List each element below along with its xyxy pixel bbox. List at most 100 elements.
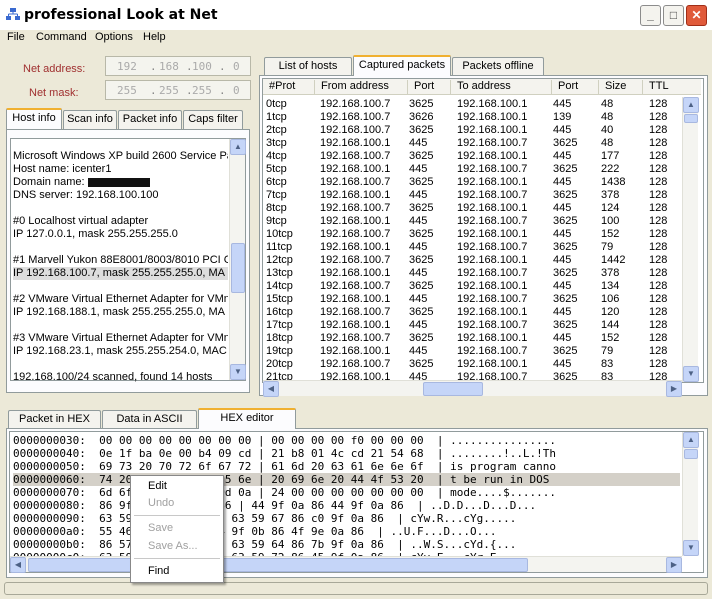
hex-line[interactable]: 0000000060: 74 20 62 65 20 72 75 6e | 20… xyxy=(13,473,680,486)
menu-item-edit[interactable]: Edit xyxy=(148,480,167,492)
tab-hex-editor[interactable]: HEX editor xyxy=(198,408,296,429)
table-row[interactable]: 10tcp 192.168.100.7 3625 192.168.100.1 445 15… xyxy=(266,228,680,241)
col-to-port[interactable]: Port xyxy=(552,80,599,95)
scroll-down-icon[interactable]: ▼ xyxy=(230,364,246,380)
tab-caps-filter[interactable]: Caps filter xyxy=(183,110,243,129)
net-mask-field[interactable]: 255 . 255 . 255 . 0 xyxy=(105,80,251,100)
table-row[interactable]: 1tcp 192.168.100.7 3626 192.168.100.1 139 48 1… xyxy=(266,111,680,124)
table-cell: 15tcp xyxy=(266,293,293,305)
table-cell: 3tcp xyxy=(266,137,287,149)
scroll-left-icon[interactable]: ◀ xyxy=(263,381,279,397)
host-info-line: 192.168.100/24 scanned, found 14 hosts xyxy=(13,371,213,383)
scroll-up-icon[interactable]: ▲ xyxy=(683,432,699,448)
menu-command[interactable]: Command xyxy=(36,31,87,43)
menu-options[interactable]: Options xyxy=(95,31,133,43)
table-row[interactable]: 2tcp 192.168.100.7 3625 192.168.100.1 445 40 1… xyxy=(266,124,680,137)
table-row[interactable]: 15tcp 192.168.100.1 445 192.168.100.7 3625 10… xyxy=(266,293,680,306)
col-from-port[interactable]: Port xyxy=(408,80,451,95)
scroll-right-icon[interactable]: ▶ xyxy=(666,557,682,573)
hex-line[interactable]: 0000000040: 0e 1f ba 0e 00 b4 09 cd | 21… xyxy=(13,447,680,460)
hex-line[interactable]: 00000000b0: 86 57 53 9f 0a 86 | 63 59 64… xyxy=(13,538,680,551)
packets-hscroll[interactable]: ◀ ▶ xyxy=(263,380,682,397)
hex-line[interactable]: 0000000050: 69 73 20 70 72 6f 67 72 | 61… xyxy=(13,460,680,473)
col-to-address[interactable]: To address xyxy=(451,80,552,95)
tab-list-of-hosts[interactable]: List of hosts xyxy=(264,57,352,76)
packets-vscroll[interactable]: ▲ ▼ xyxy=(682,97,699,382)
col-ttl[interactable]: TTL xyxy=(643,80,687,95)
col-prot[interactable]: #Prot xyxy=(263,80,315,95)
menu-file[interactable]: File xyxy=(7,31,25,43)
tab-packet-info[interactable]: Packet info xyxy=(118,110,182,129)
hex-line[interactable]: 0000000090: 63 59 57 9f 0a 86 | 63 59 67… xyxy=(13,512,680,525)
tab-scan-info[interactable]: Scan info xyxy=(63,110,117,129)
ip-octet: 255 xyxy=(159,84,179,97)
scroll-down-icon[interactable]: ▼ xyxy=(683,366,699,382)
table-cell: 192.168.100.7 xyxy=(457,189,528,201)
table-cell: 3625 xyxy=(553,267,578,279)
hex-line[interactable]: 0000000030: 00 00 00 00 00 00 00 00 | 00… xyxy=(13,434,680,447)
col-size[interactable]: Size xyxy=(599,80,643,95)
table-cell: 192.168.100.7 xyxy=(320,202,391,214)
net-address-field[interactable]: 192 . 168 . 100 . 0 xyxy=(105,56,251,76)
hex-line[interactable]: 0000000070: 6d 6f 64 65 2e 0d 0d 0a | 24… xyxy=(13,486,680,499)
hex-line[interactable]: 0000000080: 86 9f 0a 86 9f 0a 86 | 44 9f… xyxy=(13,499,680,512)
table-cell: 79 xyxy=(601,241,614,253)
table-cell: 445 xyxy=(553,150,572,162)
scroll-thumb[interactable] xyxy=(423,382,483,396)
table-row[interactable]: 16tcp 192.168.100.7 3625 192.168.100.1 445 12… xyxy=(266,306,680,319)
table-row[interactable]: 19tcp 192.168.100.1 445 192.168.100.7 3625 79… xyxy=(266,345,680,358)
table-row[interactable]: 0tcp 192.168.100.7 3625 192.168.100.1 445 48 1… xyxy=(266,98,680,111)
tab-data-in-ascii[interactable]: Data in ASCII xyxy=(102,410,197,429)
table-row[interactable]: 17tcp 192.168.100.1 445 192.168.100.7 3625 14… xyxy=(266,319,680,332)
table-row[interactable]: 11tcp 192.168.100.1 445 192.168.100.7 3625 79… xyxy=(266,241,680,254)
table-row[interactable]: 18tcp 192.168.100.7 3625 192.168.100.1 445 15… xyxy=(266,332,680,345)
tab-captured-packets[interactable]: Captured packets xyxy=(353,55,451,76)
table-row[interactable]: 13tcp 192.168.100.1 445 192.168.100.7 3625 37… xyxy=(266,267,680,280)
menu-help[interactable]: Help xyxy=(143,31,166,43)
tab-packets-offline[interactable]: Packets offline xyxy=(452,57,544,76)
scroll-thumb[interactable] xyxy=(231,243,245,293)
menu-item-undo[interactable]: Undo xyxy=(148,497,174,509)
close-button[interactable]: ✕ xyxy=(686,5,707,26)
table-cell: 3625 xyxy=(409,150,434,162)
table-row[interactable]: 14tcp 192.168.100.7 3625 192.168.100.1 445 13… xyxy=(266,280,680,293)
hex-vscroll[interactable]: ▲ ▼ xyxy=(682,432,699,556)
scroll-up-icon[interactable]: ▲ xyxy=(683,97,699,113)
table-row[interactable]: 4tcp 192.168.100.7 3625 192.168.100.1 445 177… xyxy=(266,150,680,163)
col-from-address[interactable]: From address xyxy=(315,80,408,95)
table-cell: 18tcp xyxy=(266,332,293,344)
hex-line[interactable]: 00000000a0: 55 46 9f 0a 86 | 44 9f 0b 86… xyxy=(13,525,680,538)
tab-packet-in-hex[interactable]: Packet in HEX xyxy=(8,410,101,429)
tab-host-info[interactable]: Host info xyxy=(6,108,62,129)
menu-item-save[interactable]: Save xyxy=(148,522,173,534)
dot: . xyxy=(219,60,226,73)
table-cell: 2tcp xyxy=(266,124,287,136)
host-info-vscroll[interactable]: ▲ ▼ xyxy=(229,139,246,380)
table-cell: 192.168.100.7 xyxy=(320,111,391,123)
scroll-right-icon[interactable]: ▶ xyxy=(666,381,682,397)
maximize-button[interactable]: □ xyxy=(663,5,684,26)
table-row[interactable]: 8tcp 192.168.100.7 3625 192.168.100.1 445 124… xyxy=(266,202,680,215)
scroll-thumb[interactable] xyxy=(684,114,698,123)
scroll-thumb[interactable] xyxy=(684,449,698,459)
table-row[interactable]: 6tcp 192.168.100.7 3625 192.168.100.1 445 143… xyxy=(266,176,680,189)
table-row[interactable]: 12tcp 192.168.100.7 3625 192.168.100.1 445 14… xyxy=(266,254,680,267)
table-cell: 40 xyxy=(601,124,614,136)
hex-hscroll[interactable]: ◀ ▶ xyxy=(10,556,682,573)
menu-item-find[interactable]: Find xyxy=(148,565,169,577)
menu-item-save-as[interactable]: Save As... xyxy=(148,540,198,552)
table-row[interactable]: 9tcp 192.168.100.1 445 192.168.100.7 3625 100… xyxy=(266,215,680,228)
scroll-up-icon[interactable]: ▲ xyxy=(230,139,246,155)
table-cell: 192.168.100.7 xyxy=(320,176,391,188)
table-cell: 152 xyxy=(601,332,620,344)
table-row[interactable]: 3tcp 192.168.100.1 445 192.168.100.7 3625 48 1… xyxy=(266,137,680,150)
table-row[interactable]: 7tcp 192.168.100.1 445 192.168.100.7 3625 378… xyxy=(266,189,680,202)
scroll-left-icon[interactable]: ◀ xyxy=(10,557,26,573)
menu-separator xyxy=(134,515,220,516)
scroll-thumb[interactable] xyxy=(28,558,528,572)
table-row[interactable]: 5tcp 192.168.100.1 445 192.168.100.7 3625 222… xyxy=(266,163,680,176)
minimize-button[interactable]: _ xyxy=(640,5,661,26)
table-cell: 10tcp xyxy=(266,228,293,240)
scroll-down-icon[interactable]: ▼ xyxy=(683,540,699,556)
table-row[interactable]: 20tcp 192.168.100.7 3625 192.168.100.1 445 83… xyxy=(266,358,680,371)
